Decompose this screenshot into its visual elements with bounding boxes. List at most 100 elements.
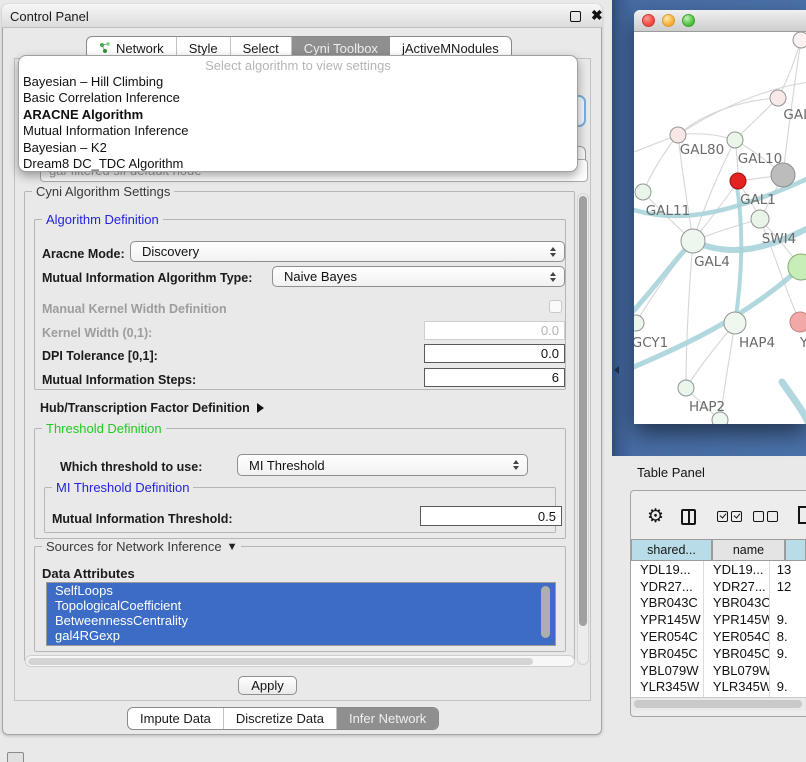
- bottom-tab-impute-data[interactable]: Impute Data: [128, 708, 224, 729]
- network-node[interactable]: [724, 312, 746, 334]
- minimized-panel-icon[interactable]: [7, 752, 24, 762]
- network-node[interactable]: [727, 132, 743, 148]
- table-cell[interactable]: YBL079W: [631, 662, 704, 679]
- table-cell[interactable]: YER054C: [704, 628, 770, 645]
- table-cell[interactable]: YLR345W: [631, 679, 704, 696]
- table-cell[interactable]: YBR043C: [631, 595, 704, 612]
- apply-button[interactable]: Apply: [238, 676, 297, 695]
- settings-vscrollbar-thumb[interactable]: [579, 196, 587, 626]
- bottom-tab-infer-network[interactable]: Infer Network: [337, 708, 438, 729]
- manual-kernel-checkbox[interactable]: [549, 300, 562, 313]
- algorithm-option[interactable]: Bayesian – K2: [19, 140, 577, 156]
- network-window-titlebar[interactable]: [634, 10, 806, 32]
- kernel-width-field[interactable]: 0.0: [424, 321, 565, 340]
- network-node[interactable]: [670, 127, 686, 143]
- table-row[interactable]: YER054CYER054C8.: [631, 628, 806, 645]
- table-row[interactable]: YBR043CYBR043C: [631, 595, 806, 612]
- table-cell[interactable]: YPR145W: [704, 611, 770, 628]
- table-cell[interactable]: 8.: [770, 628, 806, 645]
- table-cell[interactable]: YDR27...: [631, 578, 704, 595]
- table-settings-gear-icon[interactable]: ⚙: [647, 507, 664, 526]
- algorithm-option[interactable]: Bayesian – Hill Climbing: [19, 74, 577, 90]
- table-hscrollbar-thumb[interactable]: [634, 700, 802, 708]
- column-layout-icon[interactable]: [681, 509, 696, 525]
- table-row[interactable]: YDR27...YDR27...12: [631, 578, 806, 595]
- table-cell[interactable]: 13: [770, 561, 806, 578]
- network-node[interactable]: [678, 380, 694, 396]
- table-cell[interactable]: 12: [770, 578, 806, 595]
- network-node[interactable]: [793, 32, 806, 48]
- network-edge[interactable]: [778, 40, 801, 98]
- network-edge-highlighted[interactable]: [782, 382, 806, 424]
- algorithm-option[interactable]: Mutual Information Inference: [19, 123, 577, 139]
- table-row[interactable]: YBL079WYBL079W: [631, 662, 806, 679]
- table-row[interactable]: YPR145WYPR145W9.: [631, 611, 806, 628]
- algorithm-option[interactable]: ARACNE Algorithm: [19, 107, 577, 123]
- data-attribute-item[interactable]: SelfLoops: [47, 583, 555, 598]
- float-icon[interactable]: [570, 11, 581, 22]
- table-column-header[interactable]: name: [712, 539, 785, 561]
- network-node[interactable]: [635, 184, 651, 200]
- select-all-columns-icon[interactable]: [717, 511, 742, 522]
- control-panel-titlebar[interactable]: [2, 4, 602, 28]
- table-cell[interactable]: YBL079W: [704, 662, 770, 679]
- minimize-traffic-light-icon[interactable]: [662, 14, 675, 27]
- table-cell[interactable]: 9.: [770, 611, 806, 628]
- network-node-label: GAL4: [694, 254, 730, 270]
- settings-hscrollbar-thumb[interactable]: [28, 658, 533, 665]
- hub-definition-toggle[interactable]: Hub/Transcription Factor Definition: [40, 401, 264, 415]
- data-attributes-list[interactable]: SelfLoopsTopologicalCoefficientBetweenne…: [46, 582, 556, 646]
- data-attribute-item[interactable]: gal4RGexp: [47, 628, 555, 643]
- sources-title-row[interactable]: Sources for Network Inference ▼: [42, 539, 241, 554]
- data-attribute-item[interactable]: BetweennessCentrality: [47, 613, 555, 628]
- table-column-header[interactable]: shared...: [631, 539, 712, 561]
- network-canvas[interactable]: GAL80GAL10GAL1GAL11SWI4GAL4GALGCY1HAP4YH…: [634, 32, 806, 424]
- close-traffic-light-icon[interactable]: [642, 14, 655, 27]
- algorithm-option[interactable]: Dream8 DC_TDC Algorithm: [19, 156, 577, 172]
- network-edge[interactable]: [686, 241, 693, 388]
- mi-threshold-field[interactable]: 0.5: [420, 506, 562, 526]
- network-node[interactable]: [730, 173, 746, 189]
- data-attribute-item[interactable]: TopologicalCoefficient: [47, 598, 555, 613]
- network-edge-highlighted[interactable]: [634, 241, 693, 330]
- network-edge[interactable]: [678, 98, 778, 135]
- table-row[interactable]: YBR045CYBR045C9.: [631, 645, 806, 662]
- mi-steps-field[interactable]: 6: [424, 368, 565, 387]
- table-cell[interactable]: 9.: [770, 645, 806, 662]
- splitpane-collapse-icon[interactable]: [614, 366, 619, 374]
- network-node[interactable]: [634, 315, 644, 331]
- table-column-header[interactable]: [785, 539, 806, 561]
- table-cell[interactable]: YLR345W: [704, 679, 770, 696]
- algorithm-option[interactable]: Basic Correlation Inference: [19, 90, 577, 106]
- mi-type-combo[interactable]: Naive Bayes: [272, 266, 565, 287]
- aracne-mode-combo[interactable]: Discovery: [130, 241, 565, 262]
- network-node[interactable]: [770, 90, 786, 106]
- deselect-all-columns-icon[interactable]: [753, 511, 778, 522]
- network-node[interactable]: [790, 312, 806, 332]
- table-cell[interactable]: YDR27...: [704, 578, 770, 595]
- export-table-icon[interactable]: [798, 506, 806, 524]
- table-cell[interactable]: YDL19...: [631, 561, 704, 578]
- table-cell[interactable]: YBR043C: [704, 595, 770, 612]
- close-icon[interactable]: ✖: [591, 7, 603, 24]
- table-cell[interactable]: YBR045C: [631, 645, 704, 662]
- table-cell[interactable]: YBR045C: [704, 645, 770, 662]
- table-cell[interactable]: 9.: [770, 679, 806, 696]
- table-cell[interactable]: [770, 595, 806, 612]
- network-node[interactable]: [681, 229, 705, 253]
- bottom-tab-discretize-data[interactable]: Discretize Data: [224, 708, 337, 729]
- table-row[interactable]: YLR345WYLR345W9.: [631, 679, 806, 696]
- dpi-tolerance-field[interactable]: 0.0: [424, 344, 565, 363]
- network-edge[interactable]: [678, 134, 735, 140]
- network-edge[interactable]: [643, 135, 678, 192]
- table-cell[interactable]: YDL19...: [704, 561, 770, 578]
- network-node[interactable]: [751, 210, 769, 228]
- table-cell[interactable]: YER054C: [631, 628, 704, 645]
- table-row[interactable]: YDL19...YDL19...13: [631, 561, 806, 578]
- which-threshold-combo[interactable]: MI Threshold: [237, 454, 528, 476]
- attributes-vscrollbar-thumb[interactable]: [541, 586, 550, 638]
- zoom-traffic-light-icon[interactable]: [682, 14, 695, 27]
- network-edge[interactable]: [735, 98, 778, 140]
- table-cell[interactable]: YPR145W: [631, 611, 704, 628]
- table-cell[interactable]: [770, 662, 806, 679]
